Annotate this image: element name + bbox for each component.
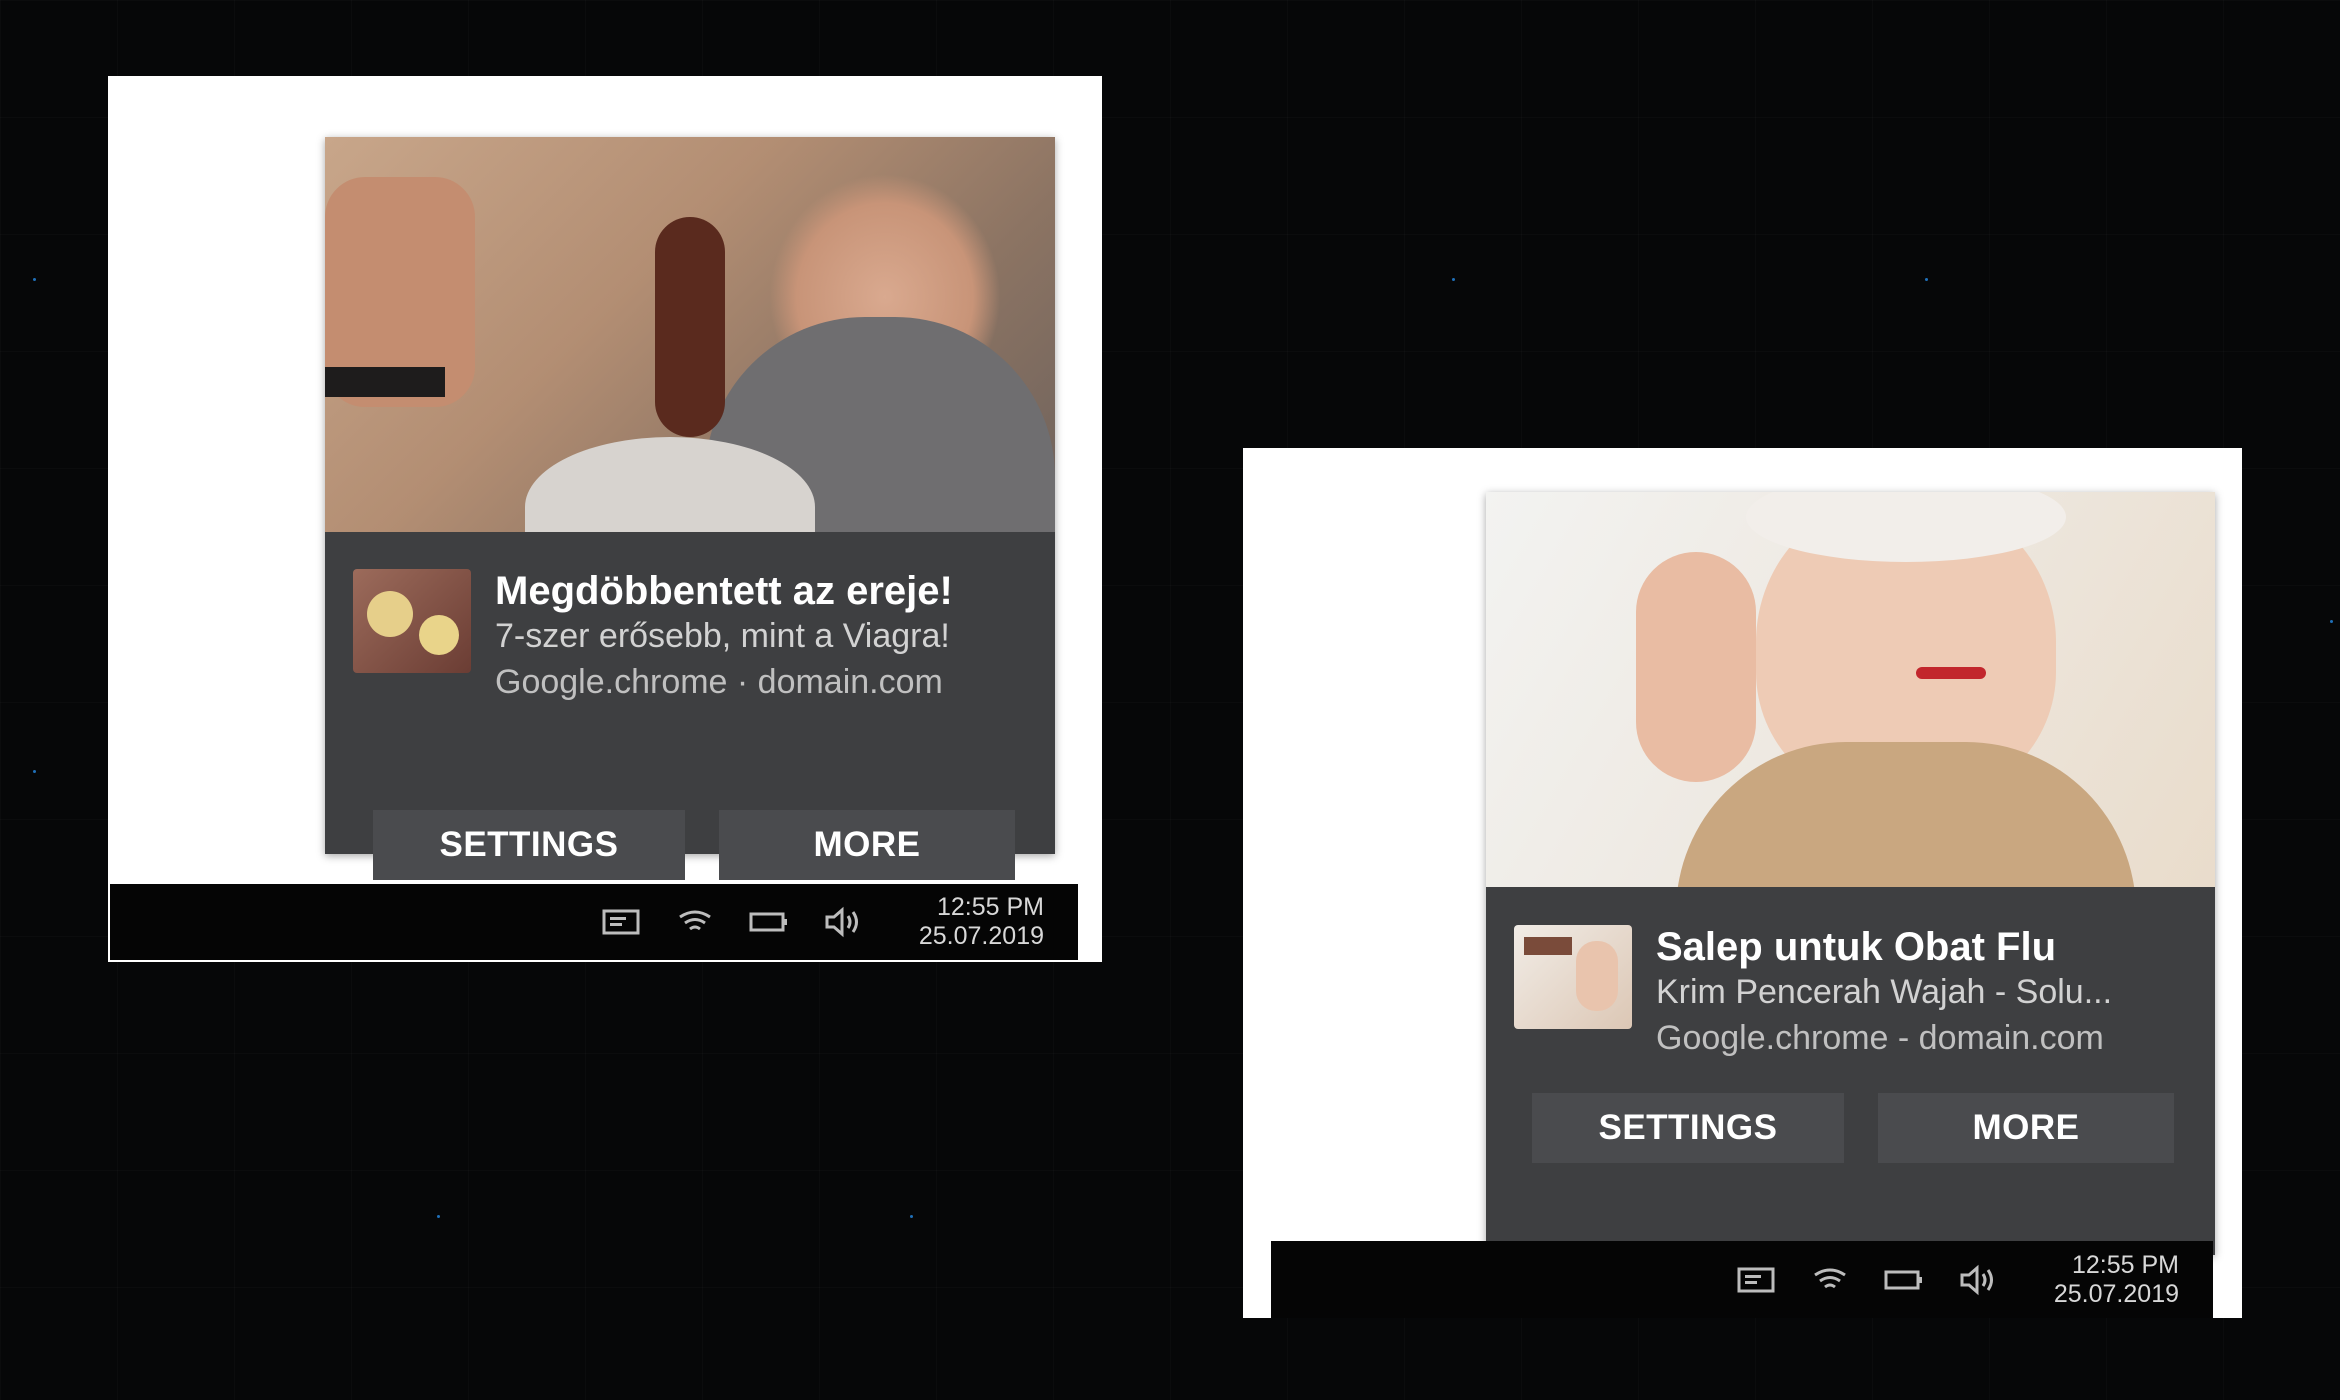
settings-button[interactable]: SETTINGS — [1532, 1093, 1844, 1163]
decor-dot — [33, 770, 36, 773]
notification-hero-image — [325, 137, 1055, 532]
wifi-icon[interactable] — [675, 905, 715, 939]
notification-center-icon[interactable] — [1736, 1263, 1776, 1297]
notification-title: Salep untuk Obat Flu — [1656, 925, 2057, 969]
decor-dot — [33, 278, 36, 281]
taskbar-clock[interactable]: 12:55 PM 25.07.2019 — [2054, 1251, 2179, 1309]
notification-center-icon[interactable] — [601, 905, 641, 939]
wifi-icon[interactable] — [1810, 1263, 1850, 1297]
notification-subtitle: Krim Pencerah Wajah - Solu... — [1656, 973, 2113, 1011]
decor-dot — [437, 1215, 440, 1218]
screenshot-panel-2: Salep untuk Obat Flu Krim Pencerah Wajah… — [1243, 448, 2242, 1318]
clock-time: 12:55 PM — [2071, 1250, 2179, 1279]
taskbar-clock[interactable]: 12:55 PM 25.07.2019 — [919, 893, 1044, 951]
screenshot-panel-1: Megdöbbentett az ereje! 7-szer erősebb, … — [108, 76, 1102, 962]
volume-icon[interactable] — [823, 905, 863, 939]
notification-subtitle: 7-szer erősebb, mint a Viagra! — [495, 617, 950, 655]
volume-icon[interactable] — [1958, 1263, 1998, 1297]
clock-time: 12:55 PM — [936, 893, 1044, 921]
taskbar: 12:55 PM 25.07.2019 — [110, 884, 1078, 960]
notification-thumbnail — [353, 569, 471, 673]
push-notification[interactable]: Megdöbbentett az ereje! 7-szer erősebb, … — [325, 137, 1055, 854]
system-tray: 12:55 PM 25.07.2019 — [601, 893, 1044, 951]
battery-icon[interactable] — [749, 905, 789, 939]
battery-icon[interactable] — [1884, 1263, 1924, 1297]
notification-title: Megdöbbentett az ereje! — [495, 569, 953, 613]
notification-source: Google.chrome - domain.com — [1656, 1019, 2104, 1057]
decor-dot — [1452, 278, 1455, 281]
clock-date: 25.07.2019 — [918, 922, 1044, 950]
notification-hero-image — [1486, 492, 2215, 887]
notification-source: Google.chrome · domain.com — [495, 663, 943, 701]
more-button[interactable]: MORE — [1878, 1093, 2174, 1163]
decor-dot — [910, 1215, 913, 1218]
decor-dot — [2330, 620, 2333, 623]
settings-button[interactable]: SETTINGS — [373, 810, 685, 880]
taskbar: 12:55 PM 25.07.2019 — [1271, 1241, 2213, 1318]
notification-thumbnail — [1514, 925, 1632, 1029]
decor-dot — [1925, 278, 1928, 281]
clock-date: 25.07.2019 — [2053, 1279, 2179, 1308]
more-button[interactable]: MORE — [719, 810, 1015, 880]
system-tray: 12:55 PM 25.07.2019 — [1736, 1251, 2179, 1309]
